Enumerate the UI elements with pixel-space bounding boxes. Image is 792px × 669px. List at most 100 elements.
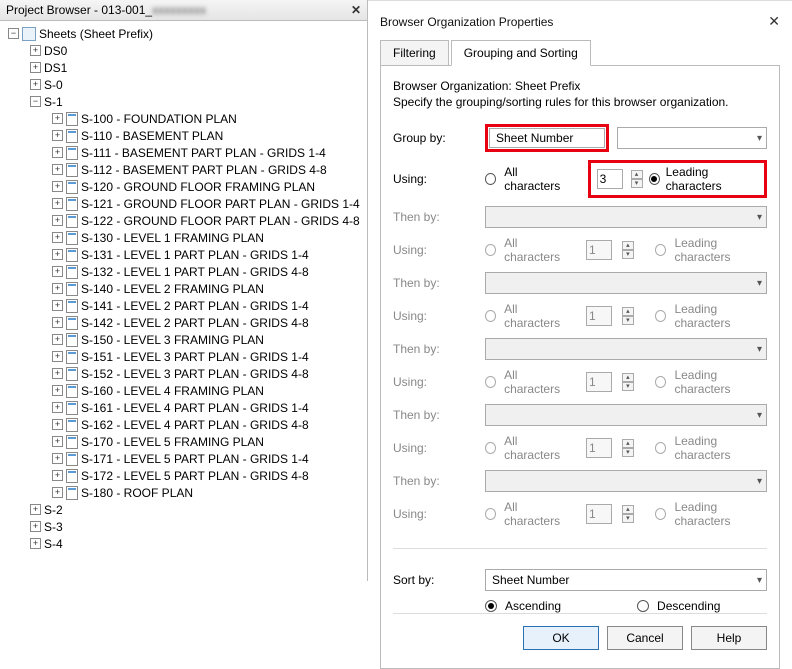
radio-leading-characters xyxy=(655,244,666,256)
tree-sheet[interactable]: S-130 - LEVEL 1 FRAMING PLAN xyxy=(81,231,264,245)
tree-sheet[interactable]: S-110 - BASEMENT PLAN xyxy=(81,129,223,143)
tree-sheet[interactable]: S-151 - LEVEL 3 PART PLAN - GRIDS 1-4 xyxy=(81,350,309,364)
radio-descending[interactable] xyxy=(637,600,649,612)
tab-grouping-and-sorting[interactable]: Grouping and Sorting xyxy=(451,40,591,66)
expander-icon[interactable]: + xyxy=(52,283,63,294)
expander-icon[interactable]: − xyxy=(8,28,19,39)
expander-icon[interactable]: + xyxy=(52,164,63,175)
expander-icon[interactable]: + xyxy=(52,147,63,158)
tree-group[interactable]: S-1 xyxy=(44,95,63,109)
tree-sheet[interactable]: S-121 - GROUND FLOOR PART PLAN - GRIDS 1… xyxy=(81,197,360,211)
select-group-by-full[interactable]: ▾ xyxy=(617,127,767,149)
tree-sheet[interactable]: S-161 - LEVEL 4 PART PLAN - GRIDS 1-4 xyxy=(81,401,309,415)
expander-icon[interactable]: + xyxy=(52,436,63,447)
sheet-icon xyxy=(66,452,78,466)
expander-icon[interactable]: + xyxy=(30,504,41,515)
radio-ascending[interactable] xyxy=(485,600,497,612)
radio-all-characters xyxy=(485,244,496,256)
tree-sheet[interactable]: S-112 - BASEMENT PART PLAN - GRIDS 4-8 xyxy=(81,163,327,177)
expander-icon[interactable]: + xyxy=(52,300,63,311)
tree-group[interactable]: DS0 xyxy=(44,44,67,58)
tree-root[interactable]: Sheets (Sheet Prefix) xyxy=(39,27,153,41)
expander-icon[interactable]: + xyxy=(52,249,63,260)
expander-icon[interactable]: + xyxy=(30,62,41,73)
tree-group[interactable]: S-2 xyxy=(44,503,63,517)
tree-sheet[interactable]: S-171 - LEVEL 5 PART PLAN - GRIDS 1-4 xyxy=(81,452,309,466)
label-all-characters: All characters xyxy=(504,236,570,264)
chevron-down-icon: ▾ xyxy=(757,575,762,586)
tree-sheet[interactable]: S-100 - FOUNDATION PLAN xyxy=(81,112,237,126)
tree-sheet[interactable]: S-111 - BASEMENT PART PLAN - GRIDS 1-4 xyxy=(81,146,326,160)
tree-sheet[interactable]: S-142 - LEVEL 2 PART PLAN - GRIDS 4-8 xyxy=(81,316,309,330)
tree-group[interactable]: S-3 xyxy=(44,520,63,534)
project-browser-title: Project Browser - 013-001_ xyxy=(6,3,152,17)
radio-leading-characters xyxy=(655,508,666,520)
tree-sheet[interactable]: S-172 - LEVEL 5 PART PLAN - GRIDS 4-8 xyxy=(81,469,309,483)
expander-icon[interactable]: + xyxy=(52,368,63,379)
help-button[interactable]: Help xyxy=(691,626,767,650)
tree-sheet[interactable]: S-150 - LEVEL 3 FRAMING PLAN xyxy=(81,333,264,347)
tree-sheet[interactable]: S-122 - GROUND FLOOR PART PLAN - GRIDS 4… xyxy=(81,214,360,228)
input-leading-count: 1 xyxy=(586,306,612,326)
expander-icon[interactable]: + xyxy=(52,130,63,141)
input-leading-count[interactable]: 3 xyxy=(597,169,623,189)
tree-sheet[interactable]: S-141 - LEVEL 2 PART PLAN - GRIDS 1-4 xyxy=(81,299,309,313)
select-sort-by[interactable]: Sheet Number ▾ xyxy=(485,569,767,591)
tree-group[interactable]: S-0 xyxy=(44,78,63,92)
sheet-icon xyxy=(66,418,78,432)
expander-icon[interactable]: + xyxy=(52,453,63,464)
cancel-button[interactable]: Cancel xyxy=(607,626,683,650)
expander-icon[interactable]: − xyxy=(30,96,41,107)
expander-icon[interactable]: + xyxy=(52,113,63,124)
expander-icon[interactable]: + xyxy=(30,45,41,56)
expander-icon[interactable]: + xyxy=(52,351,63,362)
stepper-leading-count[interactable]: ▴▾ xyxy=(631,170,643,188)
expander-icon[interactable]: + xyxy=(52,181,63,192)
expander-icon[interactable]: + xyxy=(52,419,63,430)
sheet-icon xyxy=(66,180,78,194)
expander-icon[interactable]: + xyxy=(52,470,63,481)
stepper-leading-count: ▴▾ xyxy=(622,505,634,523)
expander-icon[interactable]: + xyxy=(30,521,41,532)
sheet-icon xyxy=(66,486,78,500)
ok-button[interactable]: OK xyxy=(523,626,599,650)
tree-sheet[interactable]: S-140 - LEVEL 2 FRAMING PLAN xyxy=(81,282,264,296)
expander-icon[interactable]: + xyxy=(52,198,63,209)
radio-leading-characters[interactable] xyxy=(649,173,660,185)
expander-icon[interactable]: + xyxy=(52,385,63,396)
expander-icon[interactable]: + xyxy=(30,79,41,90)
tree-group[interactable]: S-4 xyxy=(44,537,63,551)
tab-filtering[interactable]: Filtering xyxy=(380,40,449,66)
tree-sheet[interactable]: S-152 - LEVEL 3 PART PLAN - GRIDS 4-8 xyxy=(81,367,309,381)
expander-icon[interactable]: + xyxy=(52,317,63,328)
expander-icon[interactable]: + xyxy=(30,538,41,549)
expander-icon[interactable]: + xyxy=(52,334,63,345)
label-leading-characters: Leading characters xyxy=(674,236,767,264)
radio-all-characters[interactable] xyxy=(485,173,496,185)
tree-sheet[interactable]: S-131 - LEVEL 1 PART PLAN - GRIDS 1-4 xyxy=(81,248,309,262)
expander-icon[interactable]: + xyxy=(52,266,63,277)
tree-sheet[interactable]: S-180 - ROOF PLAN xyxy=(81,486,193,500)
tree-sheet[interactable]: S-162 - LEVEL 4 PART PLAN - GRIDS 4-8 xyxy=(81,418,309,432)
close-icon[interactable]: ✕ xyxy=(768,13,780,30)
tree-sheet[interactable]: S-170 - LEVEL 5 FRAMING PLAN xyxy=(81,435,264,449)
sheet-icon xyxy=(66,350,78,364)
close-icon[interactable]: ✕ xyxy=(351,3,361,17)
highlight-group-by: Sheet Number xyxy=(485,124,609,152)
label-using: Using: xyxy=(393,441,479,455)
tree-group[interactable]: DS1 xyxy=(44,61,67,75)
select-group-by[interactable]: Sheet Number xyxy=(489,128,605,148)
stepper-leading-count: ▴▾ xyxy=(622,241,634,259)
select-then-by: ▾ xyxy=(485,338,767,360)
radio-leading-characters xyxy=(655,376,666,388)
expander-icon[interactable]: + xyxy=(52,487,63,498)
sheet-icon xyxy=(66,333,78,347)
project-browser-tree[interactable]: −Sheets (Sheet Prefix)+DS0+DS1+S-0−S-1+S… xyxy=(0,21,367,581)
tree-sheet[interactable]: S-132 - LEVEL 1 PART PLAN - GRIDS 4-8 xyxy=(81,265,309,279)
expander-icon[interactable]: + xyxy=(52,215,63,226)
tree-sheet[interactable]: S-160 - LEVEL 4 FRAMING PLAN xyxy=(81,384,264,398)
input-leading-count: 1 xyxy=(586,240,612,260)
expander-icon[interactable]: + xyxy=(52,232,63,243)
expander-icon[interactable]: + xyxy=(52,402,63,413)
tree-sheet[interactable]: S-120 - GROUND FLOOR FRAMING PLAN xyxy=(81,180,315,194)
